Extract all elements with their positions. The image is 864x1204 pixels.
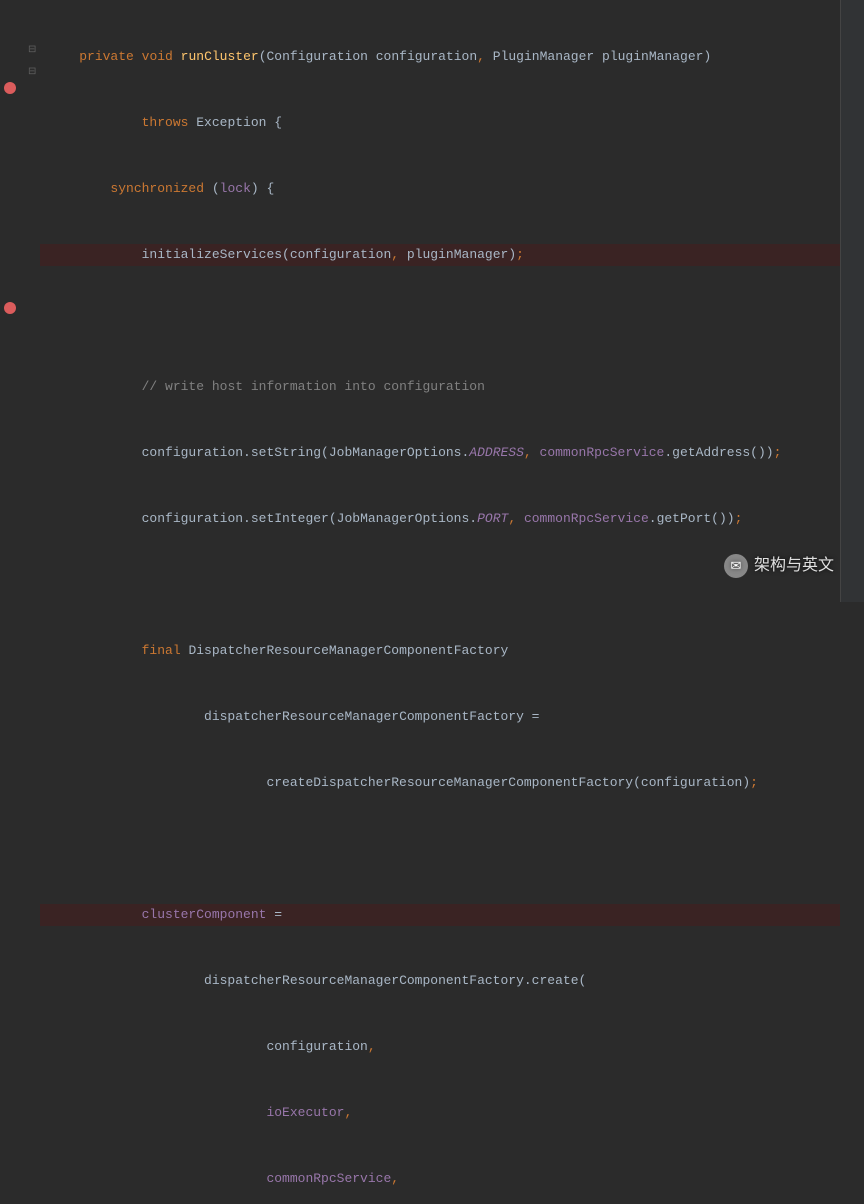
code-line[interactable]: commonRpcService,	[40, 1168, 840, 1190]
gutter[interactable]: ⊟ ⊟	[0, 0, 40, 602]
code-line[interactable]: synchronized (lock) {	[40, 178, 840, 200]
wechat-icon: ✉	[724, 554, 748, 578]
code-line[interactable]	[40, 574, 840, 596]
code-line[interactable]: clusterComponent =	[40, 904, 840, 926]
code-line[interactable]: configuration.setInteger(JobManagerOptio…	[40, 508, 840, 530]
code-line[interactable]: final DispatcherResourceManagerComponent…	[40, 640, 840, 662]
code-line[interactable]	[40, 310, 840, 332]
breakpoint-icon[interactable]	[4, 82, 16, 94]
code-line[interactable]: dispatcherResourceManagerComponentFactor…	[40, 970, 840, 992]
code-area[interactable]: private void runCluster(Configuration co…	[40, 0, 840, 602]
code-line[interactable]: // write host information into configura…	[40, 376, 840, 398]
code-line[interactable]: createDispatcherResourceManagerComponent…	[40, 772, 840, 794]
code-line[interactable]: dispatcherResourceManagerComponentFactor…	[40, 706, 840, 728]
code-line[interactable]: ioExecutor,	[40, 1102, 840, 1124]
code-line[interactable]: configuration,	[40, 1036, 840, 1058]
watermark-text: 架构与英文	[754, 555, 834, 577]
breakpoint-icon[interactable]	[4, 302, 16, 314]
gutter-right[interactable]	[840, 0, 864, 602]
code-line[interactable]: initializeServices(configuration, plugin…	[40, 244, 840, 266]
fold-icon[interactable]: ⊟	[28, 40, 38, 50]
code-editor[interactable]: ⊟ ⊟ private void runCluster(Configuratio…	[0, 0, 864, 602]
code-line[interactable]: private void runCluster(Configuration co…	[40, 46, 840, 68]
code-line[interactable]: configuration.setString(JobManagerOption…	[40, 442, 840, 464]
code-line[interactable]	[40, 838, 840, 860]
fold-icon[interactable]: ⊟	[28, 62, 38, 72]
watermark: ✉ 架构与英文	[724, 554, 834, 578]
code-line[interactable]: throws Exception {	[40, 112, 840, 134]
